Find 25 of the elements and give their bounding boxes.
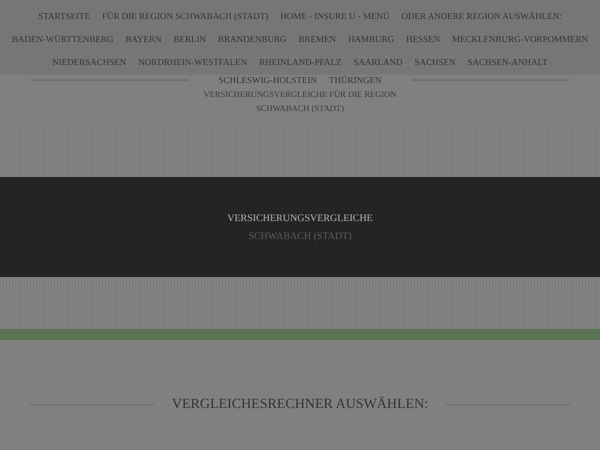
nav-link[interactable]: SACHSEN-ANHALT bbox=[468, 56, 548, 66]
nav-link[interactable]: HESSEN bbox=[406, 34, 440, 44]
nav-link[interactable]: THÜRINGEN bbox=[329, 75, 382, 85]
site-subtitle: VERSICHERUNGSVERGLEICHE FÜR DIE REGION bbox=[202, 88, 398, 101]
nav-link[interactable]: BADEN-WÜRTTENBERG bbox=[12, 34, 114, 44]
nav-link[interactable]: NORDRHEIN-WESTFALEN bbox=[138, 56, 248, 66]
nav-link[interactable]: ODER ANDERE REGION AUSWÄHLEN: bbox=[402, 10, 562, 20]
nav-link[interactable]: FÜR DIE REGION SCHWABACH (STADT) bbox=[102, 10, 268, 20]
nav-link[interactable]: STARTSEITE bbox=[38, 10, 90, 20]
nav-link[interactable]: SACHSEN bbox=[414, 56, 456, 66]
nav-link[interactable]: SCHLESWIG-HOLSTEIN bbox=[218, 75, 317, 85]
nav-link[interactable]: HAMBURG bbox=[348, 34, 394, 44]
hero-subtitle: SCHWABACH (STADT) bbox=[248, 230, 352, 242]
nav-link[interactable]: RHEINLAND-PFALZ bbox=[259, 56, 342, 66]
nav-link[interactable]: BRANDENBURG bbox=[218, 34, 287, 44]
nav-link[interactable]: MECKLENBURG-VORPOMMERN bbox=[452, 34, 588, 44]
section-heading: VERGLEICHESRECHNER AUSWÄHLEN: bbox=[172, 397, 428, 413]
nav-link[interactable]: BREMEN bbox=[298, 34, 336, 44]
site-subtitle: SCHWABACH (STADT) bbox=[255, 102, 345, 115]
nav-link[interactable]: HOME - INSURE U - MENÜ bbox=[280, 10, 390, 20]
nav-link[interactable]: BERLIN bbox=[174, 34, 206, 44]
hero-title: VERSICHERUNGSVERGLEICHE bbox=[227, 212, 373, 224]
nav-link[interactable]: SAARLAND bbox=[353, 56, 402, 66]
nav-link[interactable]: BAYERN bbox=[125, 34, 162, 44]
nav-link[interactable]: NIEDERSACHSEN bbox=[52, 56, 126, 66]
